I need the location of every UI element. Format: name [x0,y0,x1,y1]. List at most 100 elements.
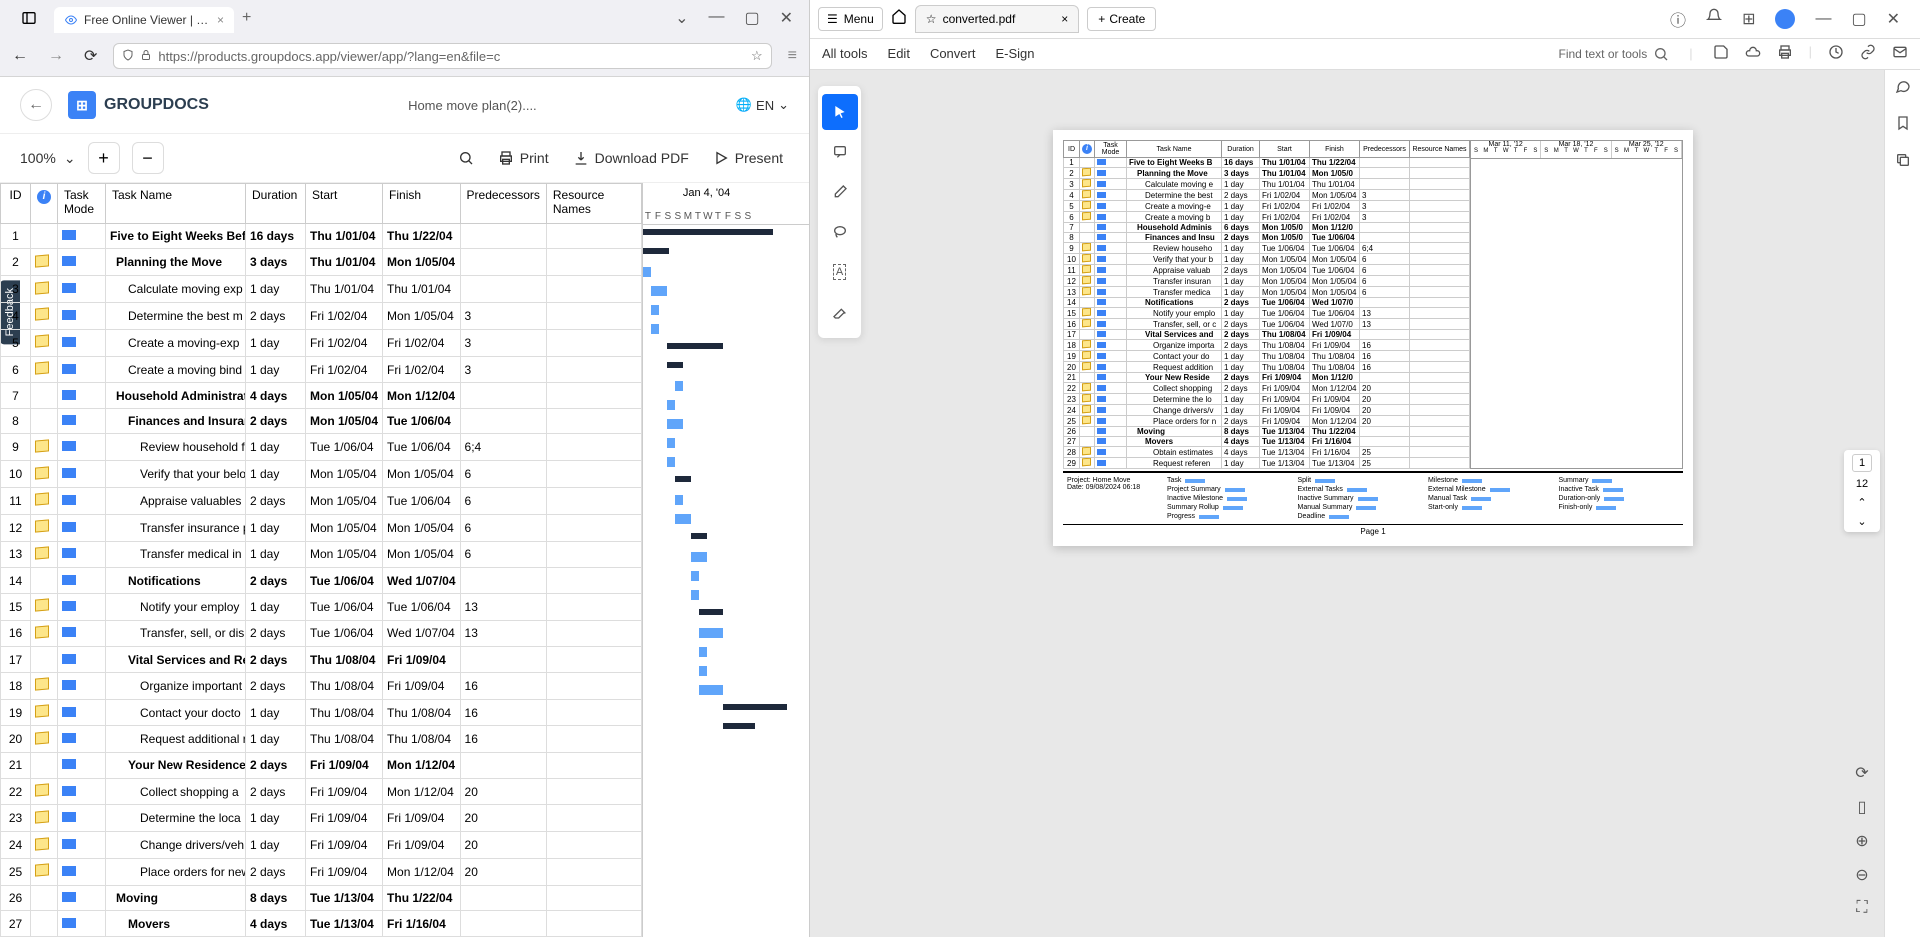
task-bar[interactable] [699,685,723,695]
zoom-in-icon[interactable]: ⊕ [1855,831,1868,851]
col-duration[interactable]: Duration [246,184,306,224]
present-button[interactable]: Present [707,144,789,172]
close-window-icon[interactable]: ✕ [780,8,793,28]
task-row[interactable]: 11 Appraise valuables 2 days Mon 1/05/04… [1,487,642,514]
lasso-tool[interactable] [822,214,858,250]
summary-bar[interactable] [699,609,723,615]
close-icon[interactable]: × [1061,12,1068,26]
col-mode[interactable]: Task Mode [58,184,106,224]
task-row[interactable]: 25 Place orders for new 2 days Fri 1/09/… [1,859,642,886]
task-bar[interactable] [691,590,699,600]
task-row[interactable]: 2 Planning the Move 3 days Thu 1/01/04 M… [1,249,642,276]
task-row[interactable]: 26 Moving 8 days Tue 1/13/04 Thu 1/22/04 [1,885,642,910]
task-bar[interactable] [651,305,659,315]
edit-link[interactable]: Edit [888,46,910,61]
minimize-icon[interactable]: — [1815,10,1831,28]
mail-icon[interactable] [1892,44,1908,63]
page-current[interactable]: 1 [1852,454,1872,472]
col-start[interactable]: Start [306,184,383,224]
page-icon[interactable]: ▯ [1858,797,1867,817]
task-bar[interactable] [651,286,667,296]
task-row[interactable]: 4 Determine the best m 2 days Fri 1/02/0… [1,303,642,330]
task-row[interactable]: 6 Create a moving bind 1 day Fri 1/02/04… [1,356,642,383]
page-up-icon[interactable]: ⌃ [1857,496,1866,509]
pdf-canvas[interactable]: ID i Task Mode Task Name Duration Start … [862,70,1884,937]
forward-button[interactable]: → [44,43,68,69]
menu-icon[interactable]: ≡ [784,43,801,69]
task-bar[interactable] [667,419,683,429]
summary-bar[interactable] [643,248,669,254]
new-tab-button[interactable]: + [234,5,259,31]
col-id[interactable]: ID [1,184,31,224]
task-bar[interactable] [699,628,723,638]
summary-bar[interactable] [723,723,755,729]
print-button[interactable]: Print [492,144,555,172]
pdf-document-tab[interactable]: ☆ converted.pdf × [915,5,1080,33]
task-row[interactable]: 16 Transfer, sell, or dis 2 days Tue 1/0… [1,620,642,647]
logo[interactable]: ⊞ GROUPDOCS [68,91,209,119]
maximize-icon[interactable]: ▢ [744,8,759,28]
star-icon[interactable]: ☆ [751,48,763,64]
link-icon[interactable] [1860,44,1876,63]
col-pred[interactable]: Predecessors [460,184,546,224]
pointer-tool[interactable] [822,94,858,130]
zoom-out-icon[interactable]: ⊖ [1855,865,1868,885]
col-name[interactable]: Task Name [106,184,246,224]
create-button[interactable]: +Create [1087,7,1156,31]
task-bar[interactable] [699,666,707,676]
task-row[interactable]: 10 Verify that your belo 1 day Mon 1/05/… [1,461,642,488]
summary-bar[interactable] [675,476,691,482]
back-button[interactable]: ← [8,43,32,69]
text-tool[interactable]: A [822,254,858,290]
ai-icon[interactable] [1828,44,1844,63]
maximize-icon[interactable]: ▢ [1851,9,1866,29]
pencil-tool[interactable] [822,174,858,210]
task-row[interactable]: 27 Movers 4 days Tue 1/13/04 Fri 1/16/04 [1,911,642,937]
chat-icon[interactable] [1895,78,1911,99]
col-finish[interactable]: Finish [383,184,460,224]
gantt-chart[interactable]: Jan 4, '04 TFSSMTWTFSS [642,183,809,937]
close-window-icon[interactable]: ✕ [1887,9,1900,29]
task-row[interactable]: 22 Collect shopping a 2 days Fri 1/09/04… [1,778,642,805]
zoom-display[interactable]: 100% ⌄ [20,150,76,167]
task-row[interactable]: 3 Calculate moving exp 1 day Thu 1/01/04… [1,276,642,303]
menu-button[interactable]: ☰Menu [818,7,883,31]
task-row[interactable]: 9 Review household f 1 day Tue 1/06/04 T… [1,434,642,461]
task-row[interactable]: 23 Determine the loca 1 day Fri 1/09/04 … [1,805,642,832]
chevron-down-icon[interactable]: ⌄ [675,8,688,28]
task-bar[interactable] [675,495,683,505]
task-bar[interactable] [675,381,683,391]
task-row[interactable]: 24 Change drivers/veh 1 day Fri 1/09/04 … [1,832,642,859]
summary-bar[interactable] [691,533,707,539]
rotate-icon[interactable]: ⟳ [1855,763,1868,783]
save-icon[interactable] [1713,44,1729,63]
close-icon[interactable]: × [217,13,224,27]
task-bar[interactable] [691,571,699,581]
task-bar[interactable] [675,514,691,524]
bookmark-icon[interactable] [1895,115,1911,136]
summary-bar[interactable] [643,229,773,235]
task-row[interactable]: 13 Transfer medical in 1 day Mon 1/05/04… [1,541,642,568]
col-info[interactable]: i [31,184,58,224]
task-row[interactable]: 21 Your New Residence 2 days Fri 1/09/04… [1,753,642,778]
star-icon[interactable]: ☆ [926,12,937,26]
task-bar[interactable] [651,324,659,334]
avatar[interactable] [1775,9,1795,29]
task-row[interactable]: 5 Create a moving-exp 1 day Fri 1/02/04 … [1,329,642,356]
print-icon[interactable] [1777,44,1793,63]
task-row[interactable]: 17 Vital Services and Re 2 days Thu 1/08… [1,647,642,672]
bell-icon[interactable] [1706,8,1722,29]
apps-icon[interactable]: ⊞ [1742,9,1755,29]
task-bar[interactable] [643,267,651,277]
sidebar-toggle-icon[interactable] [4,10,54,26]
task-row[interactable]: 18 Organize important 2 days Thu 1/08/04… [1,672,642,699]
fullscreen-icon[interactable]: ⛶ [1856,899,1867,917]
comment-tool[interactable] [822,134,858,170]
convert-link[interactable]: Convert [930,46,976,61]
cloud-icon[interactable] [1745,44,1761,63]
task-bar[interactable] [667,457,675,467]
home-icon[interactable] [891,8,907,29]
help-icon[interactable]: ⓘ [1670,7,1686,31]
zoom-out-button[interactable]: − [132,142,164,174]
task-row[interactable]: 15 Notify your employ 1 day Tue 1/06/04 … [1,593,642,620]
